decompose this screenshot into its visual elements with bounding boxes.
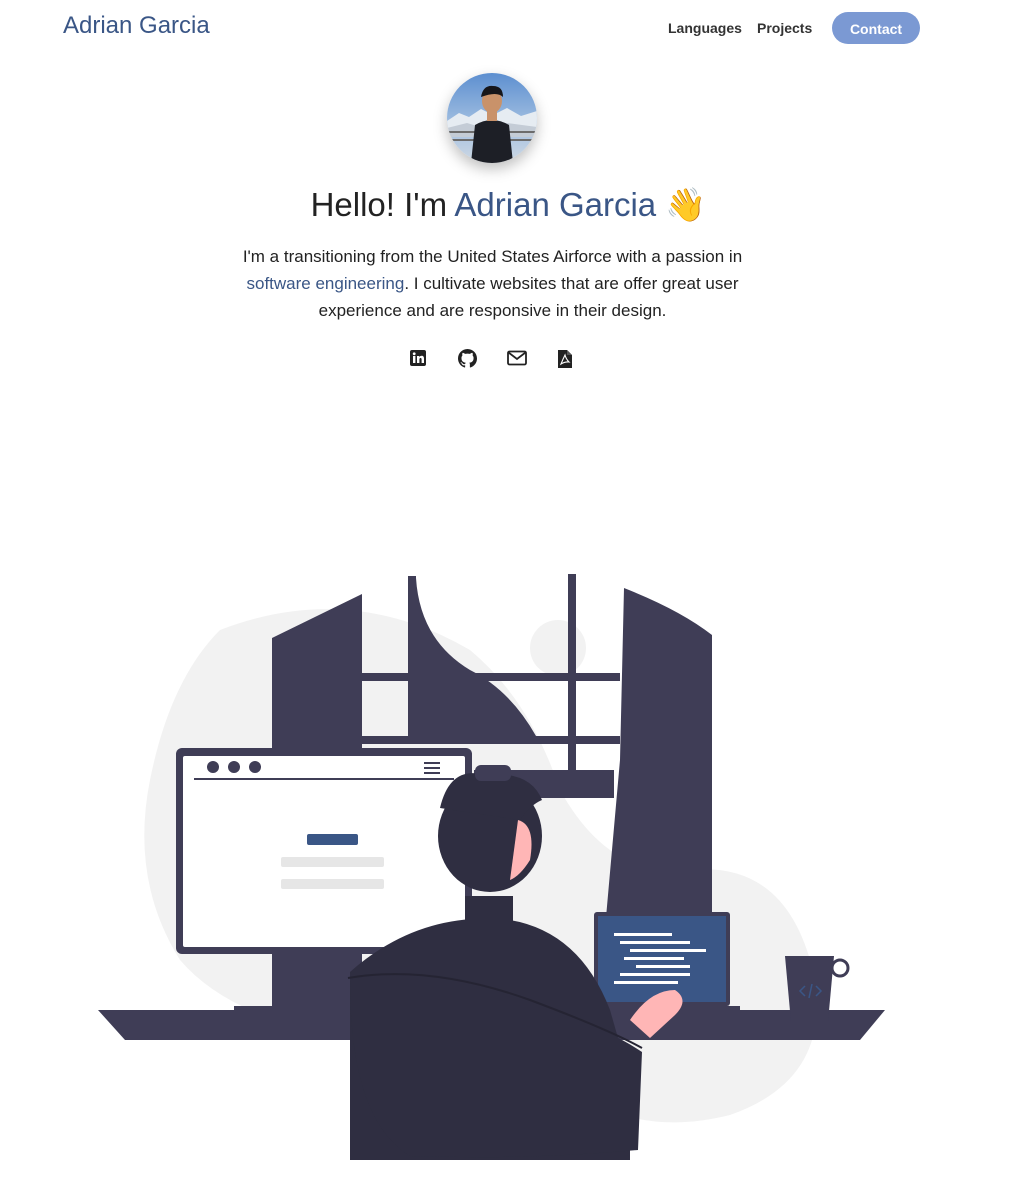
top-navbar: Adrian Garcia Languages Projects Contact xyxy=(0,0,1017,58)
hero-heading: Hello! I'm Adrian Garcia 👋 xyxy=(0,186,1017,225)
github-icon[interactable] xyxy=(458,349,478,369)
waving-hand-emoji: 👋 xyxy=(665,186,707,223)
bio-highlight: software engineering xyxy=(246,274,405,293)
linkedin-icon[interactable] xyxy=(409,349,429,369)
hero-name: Adrian Garcia xyxy=(454,186,657,223)
bio-text-before: I'm a transitioning from the United Stat… xyxy=(242,247,743,266)
nav-link-languages[interactable]: Languages xyxy=(668,20,742,36)
contact-button[interactable]: Contact xyxy=(832,12,920,44)
hero-greeting: Hello! I'm xyxy=(310,186,455,223)
nav-link-projects[interactable]: Projects xyxy=(757,20,812,36)
pdf-icon[interactable] xyxy=(557,349,577,369)
brand-link[interactable]: Adrian Garcia xyxy=(63,12,210,40)
developer-illustration xyxy=(90,560,900,1160)
profile-avatar xyxy=(447,73,537,163)
social-links xyxy=(0,349,1017,373)
hero-bio: I'm a transitioning from the United Stat… xyxy=(225,243,760,324)
mail-icon[interactable] xyxy=(507,350,527,370)
